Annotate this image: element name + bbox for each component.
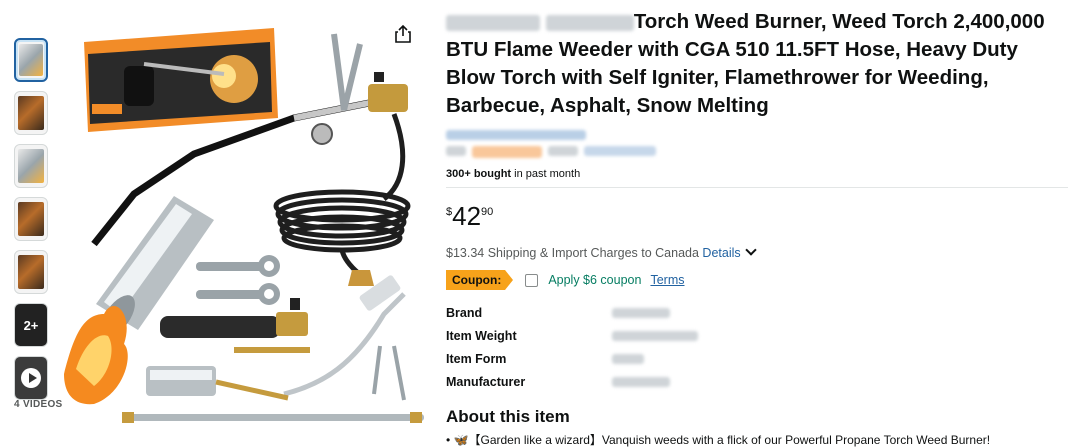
specs-table: Brand Item Weight Item Form Manufacturer <box>446 301 1071 393</box>
price: $ 42 90 <box>446 202 1071 230</box>
share-icon[interactable] <box>394 24 412 44</box>
spec-row-brand: Brand <box>446 301 1071 324</box>
chevron-down-icon <box>745 244 757 256</box>
about-this-item-heading: About this item <box>446 407 570 426</box>
product-details: Torch Weed Burner, Weed Torch 2,400,000 … <box>446 8 1071 448</box>
store-link[interactable] <box>446 126 1071 140</box>
thumbnail-1[interactable] <box>14 38 48 82</box>
thumbnail-2[interactable] <box>14 91 48 135</box>
bought-in-past-month: 300+ bought in past month <box>446 168 581 180</box>
thumbnail-4[interactable] <box>14 197 48 241</box>
play-icon <box>21 368 41 388</box>
redacted-brand <box>446 14 540 31</box>
price-fraction: 90 <box>481 206 494 218</box>
price-whole: 42 <box>452 201 482 231</box>
product-title: Torch Weed Burner, Weed Torch 2,400,000 … <box>446 8 1071 120</box>
hose-coil <box>273 113 411 278</box>
spec-row-item-form: Item Form <box>446 347 1071 370</box>
more-images-thumbnail[interactable]: 2+ <box>14 303 48 347</box>
apply-coupon-label[interactable]: Apply $6 coupon <box>548 273 641 287</box>
rating-row[interactable] <box>446 146 1071 160</box>
more-images-label: 2+ <box>23 317 39 333</box>
feature-bullet: • 🦋【Garden like a wizard】Vanquish weeds … <box>446 433 991 447</box>
product-box-image <box>84 28 278 132</box>
details-link[interactable]: Details <box>702 244 757 260</box>
spec-row-manufacturer: Manufacturer <box>446 370 1071 393</box>
thumbnail-5[interactable] <box>14 250 48 294</box>
wrenches <box>196 255 280 305</box>
videos-count-label[interactable]: 4 VIDEOS <box>14 399 63 410</box>
main-product-image[interactable] <box>64 14 434 430</box>
spec-row-item-weight: Item Weight <box>446 324 1071 347</box>
thumbnail-column: 2+ <box>14 38 52 409</box>
coupon-row: Coupon: Apply $6 coupon Terms <box>446 270 1071 290</box>
divider <box>446 187 1068 188</box>
shipping-info: $13.34 Shipping & Import Charges to Cana… <box>446 244 1071 260</box>
video-thumbnail[interactable] <box>14 356 48 400</box>
coupon-badge: Coupon: <box>446 270 514 290</box>
redacted-brand-2 <box>545 14 634 31</box>
thumbnail-3[interactable] <box>14 144 48 188</box>
apply-coupon-checkbox[interactable] <box>525 273 539 287</box>
coupon-terms-link[interactable]: Terms <box>650 273 684 287</box>
